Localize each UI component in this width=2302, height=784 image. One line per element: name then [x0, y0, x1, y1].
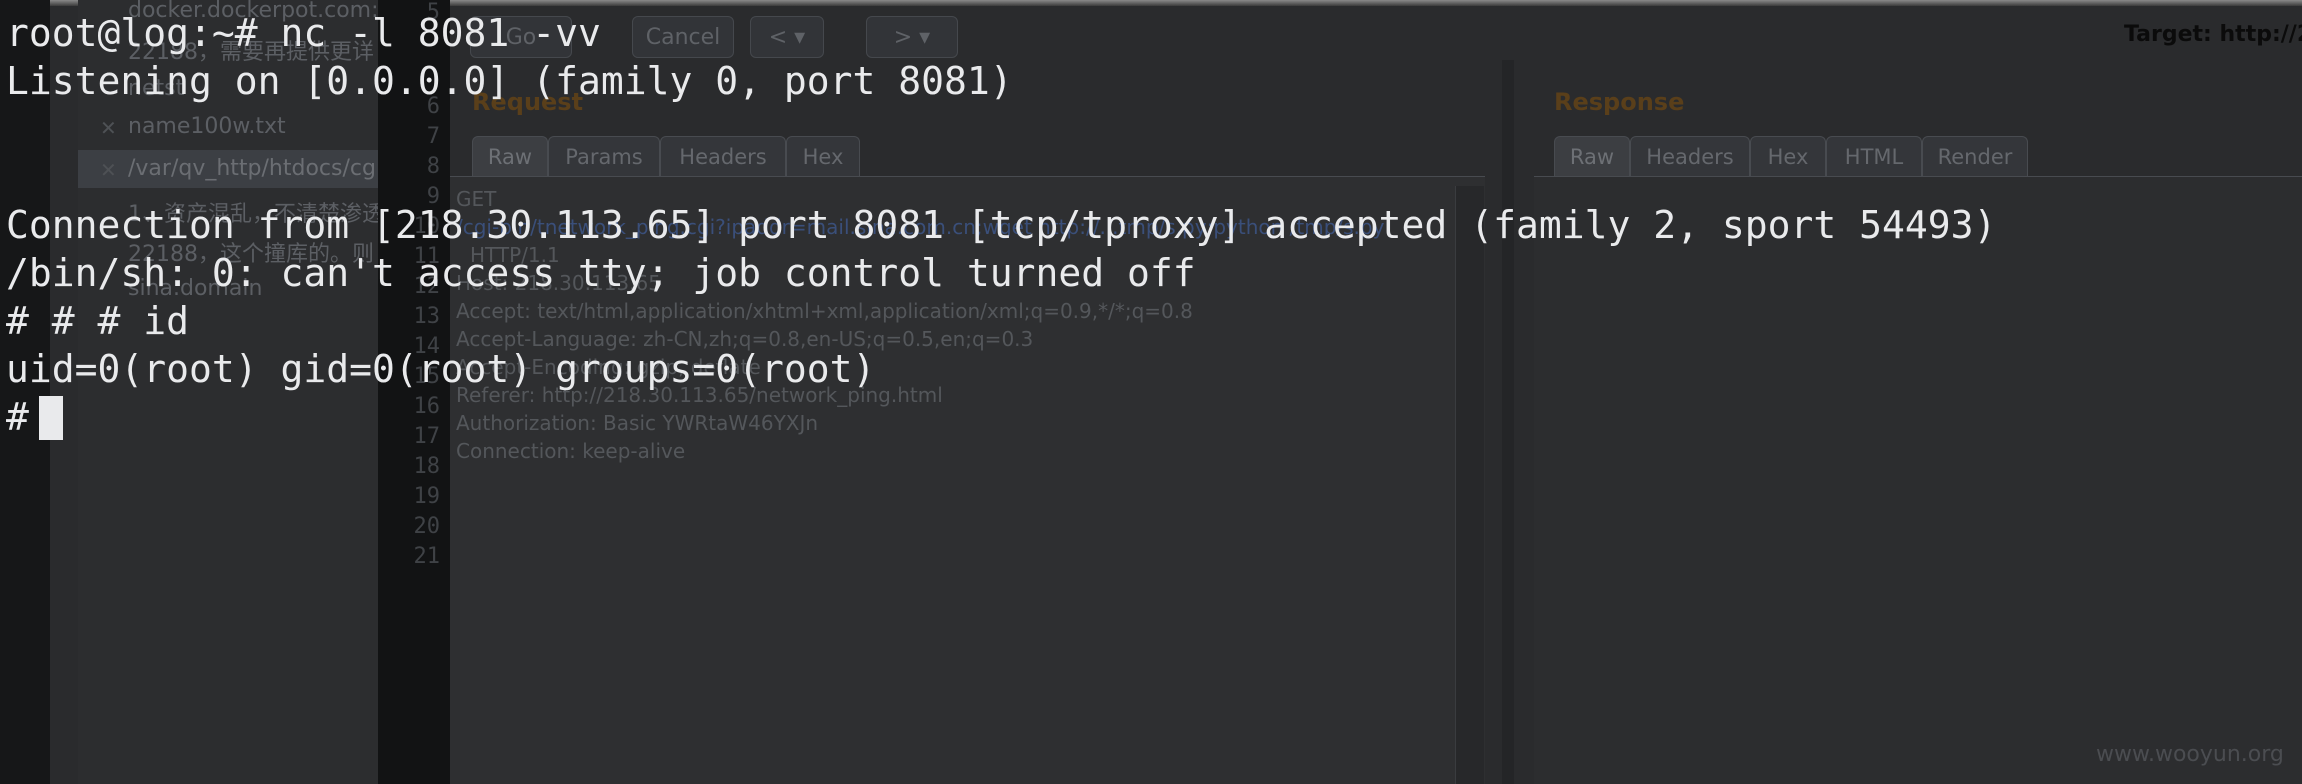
- line-number: 20: [413, 514, 441, 539]
- line-number: 13: [413, 304, 441, 329]
- terminal-cursor[interactable]: [38, 396, 63, 440]
- terminal-line: uid=0(root) gid=0(root) groups=0(root): [6, 347, 876, 391]
- line-number: 8: [426, 154, 440, 179]
- request-line: Authorization: Basic YWRtaW46YXJn: [456, 411, 819, 435]
- close-icon[interactable]: ✕: [100, 116, 117, 140]
- terminal-line: root@log:~# nc -l 8081 -vv: [6, 11, 601, 55]
- terminal-line: Connection from [218.30.113.65] port 808…: [6, 203, 1997, 247]
- back-button[interactable]: < ▾: [750, 16, 824, 58]
- file-panel-item[interactable]: name100w.txt: [128, 114, 286, 139]
- line-number: 19: [413, 484, 441, 509]
- terminal-prompt-line[interactable]: #: [6, 394, 63, 440]
- request-line: Connection: keep-alive: [456, 439, 686, 463]
- request-tab-headers[interactable]: Headers: [660, 136, 786, 177]
- left-edge-strip: [0, 0, 50, 784]
- response-tab-hex[interactable]: Hex: [1750, 136, 1826, 177]
- screen: docker.dockerpot.com: 22188，需要再提供更详 nets…: [0, 0, 2302, 784]
- request-line: Accept: text/html,application/xhtml+xml,…: [456, 299, 1193, 323]
- close-icon[interactable]: ✕: [100, 158, 117, 182]
- response-title: Response: [1554, 88, 1685, 116]
- request-tab-raw[interactable]: Raw: [472, 136, 548, 177]
- terminal-line: /bin/sh: 0: can't access tty; job contro…: [6, 251, 1196, 295]
- line-number: 17: [413, 424, 441, 449]
- terminal-prompt: #: [6, 395, 29, 439]
- line-number: 7: [426, 124, 440, 149]
- line-number: 21: [413, 544, 441, 569]
- burp-repeater-window: docker.dockerpot.com: 22188，需要再提供更详 nets…: [0, 0, 2302, 784]
- response-tab-html[interactable]: HTML: [1826, 136, 1922, 177]
- cancel-button[interactable]: Cancel: [632, 16, 734, 58]
- terminal-line: Listening on [0.0.0.0] (family 0, port 8…: [6, 59, 1013, 103]
- request-tab-params[interactable]: Params: [548, 136, 660, 177]
- terminal-line: # # # id: [6, 299, 190, 343]
- response-viewer[interactable]: [1534, 176, 2302, 784]
- response-tab-headers[interactable]: Headers: [1630, 136, 1750, 177]
- split-divider[interactable]: [1502, 60, 1514, 784]
- line-number-gutter: 5 6 7 8 9 10 11 12 13 14 15 16 17 18 19 …: [378, 0, 450, 784]
- request-scrollbar[interactable]: [1455, 186, 1484, 784]
- file-panel: docker.dockerpot.com: 22188，需要再提供更详 nets…: [78, 0, 378, 784]
- line-number: 16: [413, 394, 441, 419]
- response-tab-raw[interactable]: Raw: [1554, 136, 1630, 177]
- forward-button[interactable]: > ▾: [866, 16, 958, 58]
- line-number: 18: [413, 454, 441, 479]
- request-tab-hex[interactable]: Hex: [786, 136, 860, 177]
- file-panel-item[interactable]: /var/qv_http/htdocs/cg: [128, 156, 376, 181]
- target-label[interactable]: Target: http://2: [2124, 22, 2302, 47]
- watermark: www.wooyun.org: [2096, 742, 2284, 767]
- response-tab-render[interactable]: Render: [1922, 136, 2028, 177]
